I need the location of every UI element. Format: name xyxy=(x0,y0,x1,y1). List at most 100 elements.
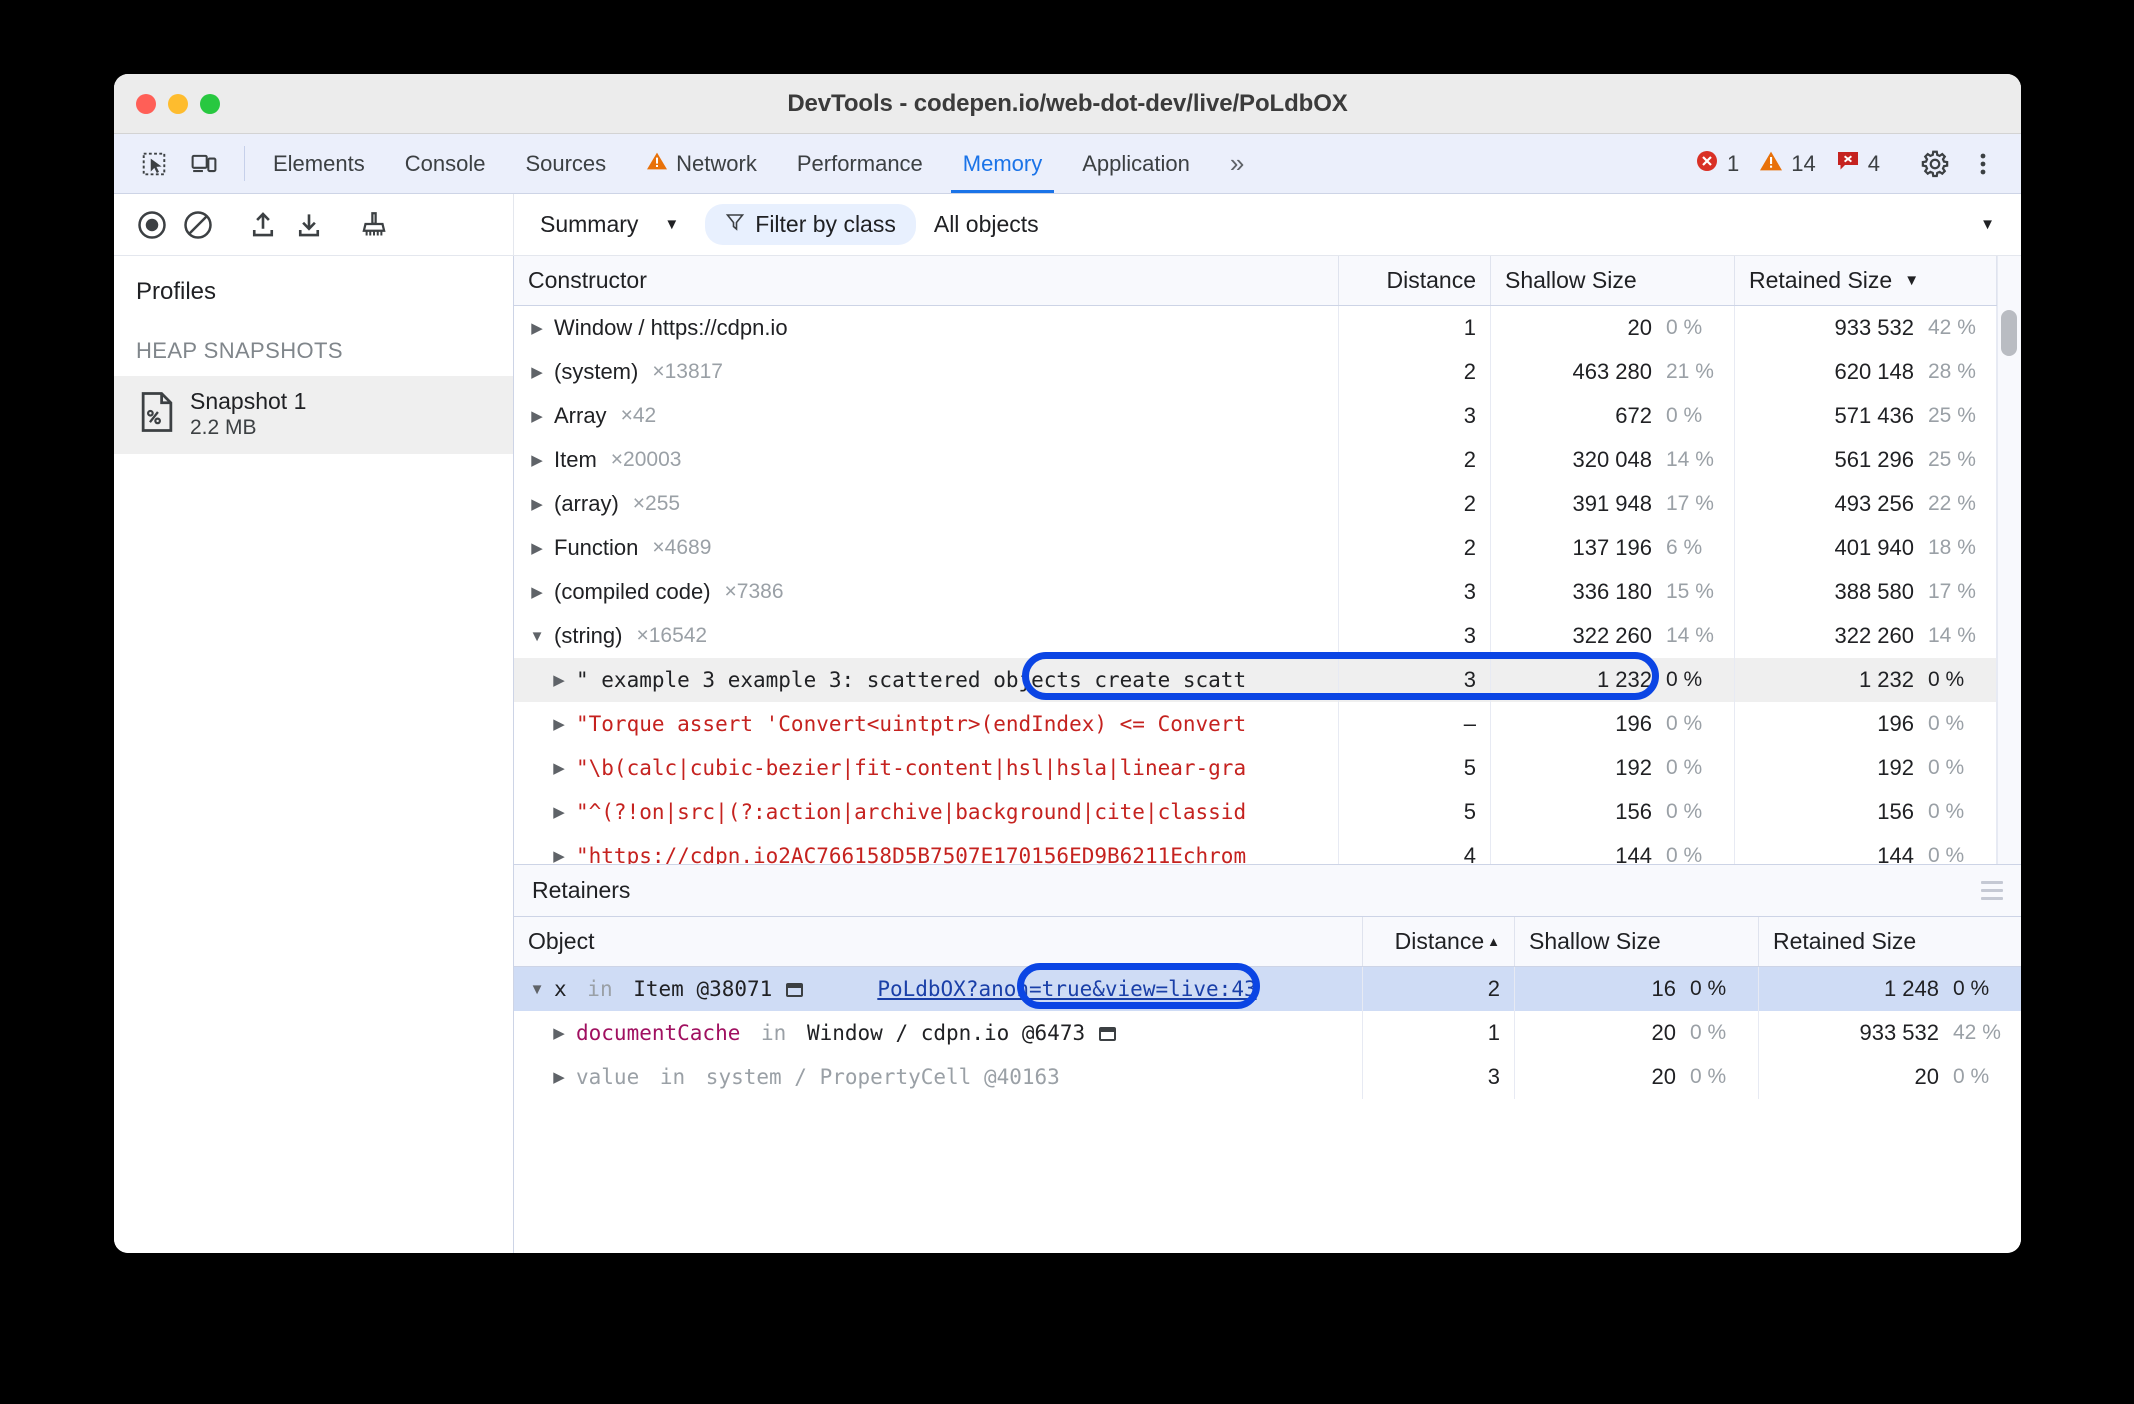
chevron-right-icon[interactable]: ▶ xyxy=(528,451,546,469)
distance-value: 1 xyxy=(1463,315,1476,340)
profile-actions xyxy=(114,194,514,255)
table-row[interactable]: ▼ x in Item @38071 PoLdbOX?anon=true&view=… xyxy=(514,967,2021,1011)
constructor-name: " example 3 example 3: scattered objects… xyxy=(576,668,1247,692)
heap-snapshot-file-icon xyxy=(140,391,174,437)
chevron-right-icon[interactable]: ▶ xyxy=(528,407,546,425)
tab-performance[interactable]: Performance xyxy=(777,134,943,193)
tab-console[interactable]: Console xyxy=(385,134,506,193)
load-profile-icon[interactable] xyxy=(241,203,285,247)
kebab-menu-icon[interactable] xyxy=(1961,142,2005,186)
table-row[interactable]: ▶ " example 3 example 3: scattered object… xyxy=(514,658,2021,702)
cell-object: ▼ x in Item @38071 PoLdbOX?anon=true&view=… xyxy=(514,967,1363,1011)
table-row[interactable]: ▶ Array ×42 3 672 0 % 571 436 25 % xyxy=(514,394,2021,438)
constructor-instance-count: ×255 xyxy=(632,492,681,515)
size-percent: 0 % xyxy=(1928,800,1965,823)
cell-shallow-size: 463 280 21 % xyxy=(1491,350,1735,394)
chevron-down-icon[interactable]: ▼ xyxy=(528,628,546,645)
constructor-instance-count: ×7386 xyxy=(724,580,784,603)
hamburger-menu-icon[interactable] xyxy=(1981,881,2003,900)
source-location-link[interactable]: PoLdbOX?anon=true&view=live:43 xyxy=(877,977,1256,1001)
chevron-right-icon[interactable]: ▶ xyxy=(528,495,546,513)
retainer-in-keyword: in xyxy=(748,1021,799,1045)
retainers-header-row: Object Distance ▲ Shallow Size Retained … xyxy=(514,917,2021,967)
table-row[interactable]: ▶ "Torque assert 'Convert<uintptr>(endInd… xyxy=(514,702,2021,746)
column-header-retainer-distance[interactable]: Distance ▲ xyxy=(1363,917,1515,966)
more-tabs-button[interactable]: » xyxy=(1210,134,1261,193)
cell-retained-size: 493 256 22 % xyxy=(1735,482,1997,526)
gear-icon[interactable] xyxy=(1913,142,1957,186)
chevron-right-icon[interactable]: ▶ xyxy=(528,363,546,381)
object-scope-select[interactable]: All objects ▼ xyxy=(934,211,2021,238)
table-row[interactable]: ▶ "^(?!on|src|(?:action|archive|backgroun… xyxy=(514,790,2021,834)
table-row[interactable]: ▶ documentCache in Window / cdpn.io @6473… xyxy=(514,1011,2021,1055)
chevron-right-icon[interactable]: ▶ xyxy=(550,847,568,864)
chevron-right-icon[interactable]: ▶ xyxy=(550,671,568,689)
distance-value: 2 xyxy=(1463,359,1476,384)
size-value: 192 xyxy=(1615,755,1652,780)
size-percent: 0 % xyxy=(1666,668,1703,691)
view-select[interactable]: Summary ▼ xyxy=(532,207,687,242)
table-row[interactable]: ▶ Window / https://cdpn.io 1 20 0 % 933 532 42… xyxy=(514,306,2021,350)
chevron-right-icon[interactable]: ▶ xyxy=(528,583,546,601)
chevron-right-icon[interactable]: ▶ xyxy=(528,539,546,557)
tab-network[interactable]: Network xyxy=(626,134,777,193)
inspect-element-icon[interactable] xyxy=(132,142,176,186)
tab-application[interactable]: Application xyxy=(1062,134,1210,193)
sidebar-item-snapshot-1[interactable]: Snapshot 1 2.2 MB xyxy=(114,376,513,454)
size-percent: 22 % xyxy=(1928,492,1976,515)
chevron-right-icon[interactable]: ▶ xyxy=(550,1068,568,1086)
size-percent: 25 % xyxy=(1928,404,1976,427)
size-percent: 0 % xyxy=(1690,977,1727,1000)
chevron-right-icon[interactable]: ▶ xyxy=(550,759,568,777)
cell-constructor: ▶ Array ×42 xyxy=(514,394,1339,438)
save-profile-icon[interactable] xyxy=(287,203,331,247)
column-header-retainer-retained-size[interactable]: Retained Size xyxy=(1759,917,2021,966)
table-row[interactable]: ▶ "\b(calc|cubic-bezier|fit-content|hsl|h… xyxy=(514,746,2021,790)
warning-count-button[interactable]: 14 xyxy=(1751,150,1823,178)
size-percent: 0 % xyxy=(1666,316,1703,339)
error-count-button[interactable]: 1 xyxy=(1687,149,1747,179)
column-header-constructor[interactable]: Constructor xyxy=(514,256,1339,305)
collect-garbage-icon[interactable] xyxy=(352,203,396,247)
column-header-distance[interactable]: Distance xyxy=(1339,256,1491,305)
cell-shallow-size: 20 0 % xyxy=(1491,306,1735,350)
table-row[interactable]: ▼ (string) ×16542 3 322 260 14 % 322 260 14 % xyxy=(514,614,2021,658)
table-row[interactable]: ▶ value in system / PropertyCell @40163 3 2… xyxy=(514,1055,2021,1099)
clear-all-profiles-icon[interactable] xyxy=(176,203,220,247)
issues-count-button[interactable]: 4 xyxy=(1828,150,1888,178)
table-row[interactable]: ▶ (system) ×13817 2 463 280 21 % 620 148 28 % xyxy=(514,350,2021,394)
distance-value: 3 xyxy=(1463,623,1476,648)
window-title: DevTools - codepen.io/web-dot-dev/live/P… xyxy=(787,89,1348,117)
table-row[interactable]: ▶ (array) ×255 2 391 948 17 % 493 256 22 % xyxy=(514,482,2021,526)
chevron-right-icon[interactable]: ▶ xyxy=(550,803,568,821)
column-header-shallow-size[interactable]: Shallow Size xyxy=(1491,256,1735,305)
size-value: 322 260 xyxy=(1572,623,1652,648)
retainer-property-name: documentCache xyxy=(576,1021,741,1045)
cell-shallow-size: 196 0 % xyxy=(1491,702,1735,746)
tab-sources[interactable]: Sources xyxy=(505,134,626,193)
record-heap-snapshot-icon[interactable] xyxy=(130,203,174,247)
chevron-right-icon[interactable]: ▶ xyxy=(550,715,568,733)
chevron-down-icon[interactable]: ▼ xyxy=(528,981,546,998)
size-value: 1 232 xyxy=(1596,667,1652,692)
chevron-right-icon[interactable]: ▶ xyxy=(528,319,546,337)
filter-by-class-input[interactable]: Filter by class xyxy=(705,204,916,245)
column-header-object[interactable]: Object xyxy=(514,917,1363,966)
size-percent: 17 % xyxy=(1666,492,1714,515)
column-header-distance-label: Distance xyxy=(1386,267,1476,293)
table-row[interactable]: ▶ Item ×20003 2 320 048 14 % 561 296 25 % xyxy=(514,438,2021,482)
tab-sources-label: Sources xyxy=(525,150,607,176)
tab-memory[interactable]: Memory xyxy=(943,134,1062,193)
cell-retained-size: 933 532 42 % xyxy=(1735,306,1997,350)
tab-elements[interactable]: Elements xyxy=(253,134,385,193)
column-header-retained-size[interactable]: Retained Size ▼ xyxy=(1735,256,1997,305)
table-row[interactable]: ▶ Function ×4689 2 137 196 6 % 401 940 18 % xyxy=(514,526,2021,570)
device-toolbar-icon[interactable] xyxy=(182,142,226,186)
table-row[interactable]: ▶ (compiled code) ×7386 3 336 180 15 % 388 580… xyxy=(514,570,2021,614)
constructors-scrollbar-thumb[interactable] xyxy=(2001,310,2017,356)
column-header-retainer-shallow-size[interactable]: Shallow Size xyxy=(1515,917,1759,966)
chevron-right-icon[interactable]: ▶ xyxy=(550,1024,568,1042)
size-value: 933 532 xyxy=(1859,1020,1939,1045)
retainers-rows: ▼ x in Item @38071 PoLdbOX?anon=true&view=… xyxy=(514,967,2021,1253)
table-row[interactable]: ▶ "https://cdpn.io2AC766158D5B7507E170156… xyxy=(514,834,2021,864)
